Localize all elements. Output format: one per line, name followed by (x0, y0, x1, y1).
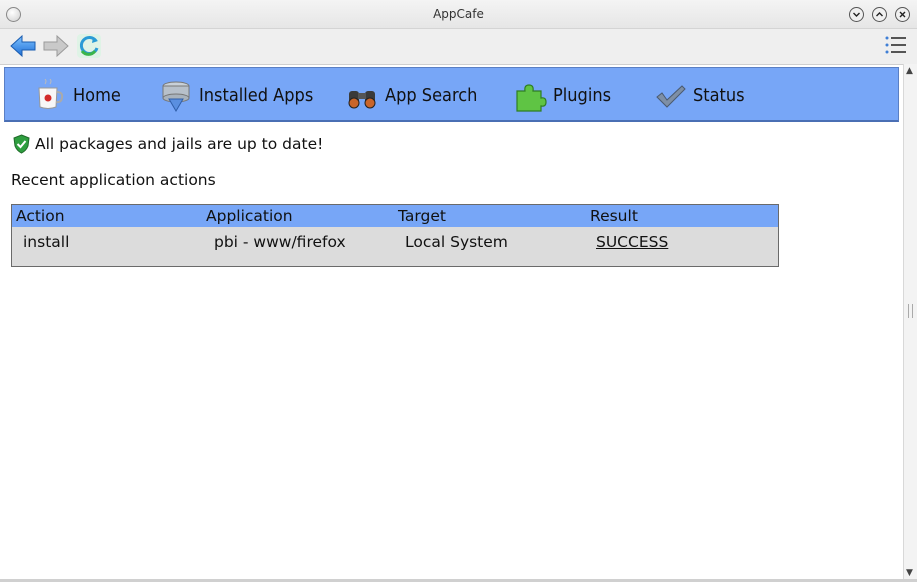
column-header-result[interactable]: Result (590, 207, 638, 225)
status-line: All packages and jails are up to date! (12, 134, 323, 154)
nav-plugins-label: Plugins (553, 85, 612, 106)
scroll-up-arrow-icon[interactable]: ▲ (906, 66, 913, 76)
nav-home[interactable]: Home (33, 68, 126, 123)
column-header-target[interactable]: Target (398, 207, 446, 225)
forward-arrow-icon (43, 34, 69, 58)
maximize-button[interactable] (872, 7, 887, 22)
list-menu-icon (885, 36, 906, 54)
installed-apps-icon (162, 81, 190, 112)
refresh-icon (77, 34, 101, 58)
coffee-cup-icon (38, 78, 64, 109)
checkmark-icon (656, 84, 686, 108)
recent-actions-heading: Recent application actions (11, 171, 216, 189)
content-area: Home Installed Apps App Search Plugins S… (0, 64, 903, 580)
chevron-down-icon (853, 12, 860, 17)
nav-status[interactable]: Status (653, 68, 750, 123)
column-header-application[interactable]: Application (206, 207, 293, 225)
back-button[interactable] (9, 32, 37, 60)
forward-button[interactable] (42, 32, 70, 60)
back-arrow-icon (10, 34, 36, 58)
nav-plugins[interactable]: Plugins (513, 68, 617, 123)
vertical-scrollbar[interactable]: ▲ ▼ (903, 64, 917, 580)
result-link[interactable]: SUCCESS (596, 233, 668, 251)
minimize-button[interactable] (849, 7, 864, 22)
puzzle-piece-icon (516, 83, 547, 112)
appcafe-window: AppCafe Home Installed Apps App Search P… (0, 0, 917, 582)
cell-application: pbi - www/firefox (214, 233, 346, 251)
nav-app-search[interactable]: App Search (345, 68, 488, 123)
scroll-grip[interactable] (908, 304, 913, 318)
chevron-up-icon (876, 12, 883, 17)
nav-installed-apps[interactable]: Installed Apps (159, 68, 326, 123)
main-nav-bar: Home Installed Apps App Search Plugins S… (4, 67, 899, 122)
shield-check-icon (13, 134, 30, 154)
cell-action: install (23, 233, 70, 251)
nav-status-label: Status (693, 85, 745, 106)
nav-home-label: Home (73, 85, 121, 106)
binoculars-icon (348, 90, 376, 108)
scroll-down-arrow-icon[interactable]: ▼ (906, 568, 913, 578)
toolbar (0, 29, 917, 64)
nav-app-search-label: App Search (385, 85, 478, 106)
close-button[interactable] (895, 7, 910, 22)
nav-installed-apps-label: Installed Apps (199, 85, 314, 106)
recent-actions-table: Action Application Target Result install… (11, 204, 779, 267)
refresh-button[interactable] (75, 32, 103, 60)
table-header: Action Application Target Result (12, 205, 778, 227)
status-message: All packages and jails are up to date! (35, 135, 324, 153)
menu-button[interactable] (885, 35, 907, 55)
title-bar: AppCafe (0, 0, 917, 29)
window-title: AppCafe (433, 7, 484, 21)
close-icon (899, 11, 906, 18)
cell-target: Local System (405, 233, 508, 251)
column-header-action[interactable]: Action (16, 207, 65, 225)
